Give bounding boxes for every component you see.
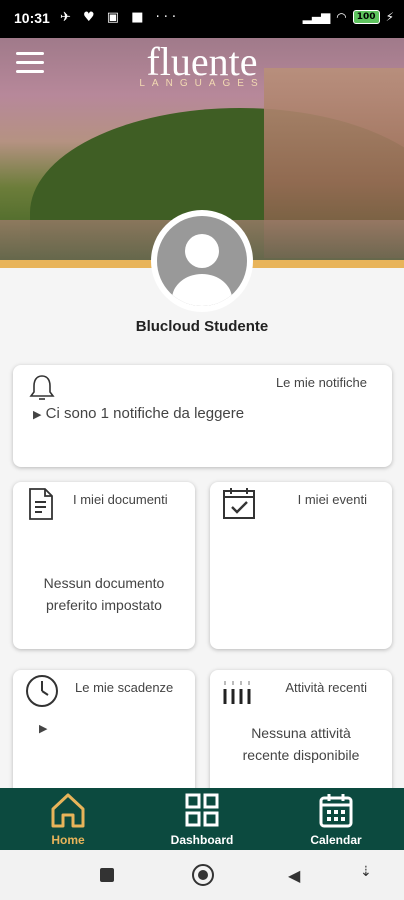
wifi-icon: ◠ [336, 10, 347, 24]
keyboard-hide-icon[interactable]: ⇣ [360, 864, 372, 880]
activities-title: Attività recenti [285, 680, 367, 695]
menu-icon-line [16, 52, 44, 55]
bottom-nav: Home Dashboard Calendar [0, 788, 404, 850]
nav-dashboard-label: Dashboard [170, 833, 234, 847]
status-time: 10:31 [14, 10, 50, 26]
bell-icon [29, 375, 55, 400]
nav-calendar[interactable]: Calendar [276, 792, 396, 847]
menu-button[interactable] [16, 52, 44, 74]
battery-icon: 100 [352, 10, 380, 24]
play-icon: ▶ [33, 409, 42, 421]
deadlines-title: Le mie scadenze [75, 680, 174, 695]
notifications-card[interactable]: Le mie notifiche ▶ Ci sono 1 notifiche d… [13, 365, 392, 467]
clock-icon [26, 675, 58, 707]
back-icon[interactable]: ◀ [288, 866, 300, 885]
status-bar: 10:31 ✈ ♥ ▣ ■ ··· ▂▄▆ ◠ 100 ⚡ [0, 0, 404, 38]
nav-dashboard[interactable]: Dashboard [142, 792, 262, 847]
recent-apps-icon[interactable] [100, 868, 114, 882]
system-nav-bar: ◀ ⇣ [0, 850, 404, 900]
deadlines-card[interactable]: Le mie scadenze ▶ [13, 670, 195, 800]
documents-empty-message: Nessun documento preferito impostato [43, 575, 165, 613]
documents-card[interactable]: I miei documenti Nessun documento prefer… [13, 482, 195, 649]
menu-icon-line [16, 70, 44, 73]
user-name: Blucloud Studente [135, 318, 269, 335]
document-icon [29, 488, 53, 520]
play-icon[interactable]: ▶ [39, 722, 47, 735]
calendar-check-icon [223, 488, 255, 519]
logo-sub: LANGUAGES [139, 78, 265, 89]
avatar[interactable] [151, 210, 253, 312]
nav-home[interactable]: Home [8, 792, 128, 847]
home-system-icon[interactable] [192, 864, 214, 886]
nav-calendar-label: Calendar [310, 833, 362, 847]
events-card[interactable]: I miei eventi [210, 482, 392, 649]
documents-title: I miei documenti [73, 492, 168, 507]
app-logo: fluente LANGUAGES [0, 40, 404, 90]
home-icon [51, 793, 85, 828]
charging-icon: ⚡ [385, 10, 394, 24]
calendar-icon [319, 794, 353, 828]
menu-icon-line [16, 61, 44, 64]
grid-icon [185, 793, 219, 827]
notifications-message[interactable]: ▶ Ci sono 1 notifiche da leggere [33, 405, 244, 422]
activities-card[interactable]: Attività recenti Nessuna attività recent… [210, 670, 392, 800]
notifications-title: Le mie notifiche [275, 375, 367, 390]
avatar-placeholder-icon [157, 216, 247, 306]
activity-icon [223, 681, 251, 704]
activities-empty-message: Nessuna attività recente disponibile [242, 725, 360, 763]
notification-icons: ✈ ♥ ▣ ■ ··· [60, 10, 181, 25]
nav-home-label: Home [51, 833, 85, 847]
signal-icon: ▂▄▆ [302, 10, 331, 24]
events-title: I miei eventi [297, 492, 367, 507]
